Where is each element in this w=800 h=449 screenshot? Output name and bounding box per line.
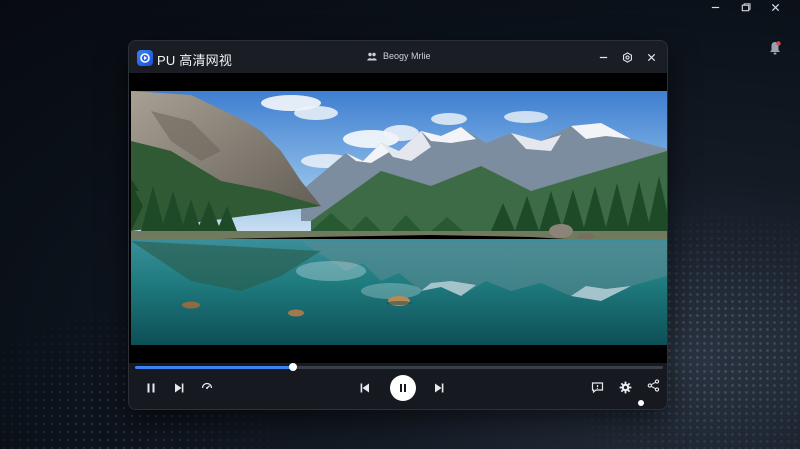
desktop-system-controls — [700, 0, 790, 14]
desktop-minimize-button[interactable] — [700, 0, 730, 14]
minimize-icon — [711, 6, 719, 8]
next-button[interactable] — [171, 380, 187, 396]
speed-button[interactable] — [199, 380, 215, 396]
next-track-button[interactable] — [431, 380, 447, 396]
desktop-restore-button[interactable] — [730, 0, 760, 14]
share-icon — [647, 378, 659, 392]
media-title: Beogy Mrlie — [367, 51, 431, 61]
previous-icon — [360, 383, 369, 393]
player-settings-button[interactable] — [617, 379, 633, 395]
restore-icon — [741, 2, 751, 11]
desktop-close-button[interactable] — [760, 0, 790, 14]
close-icon — [647, 53, 655, 61]
window-minimize-button[interactable] — [593, 47, 613, 67]
playback-controls — [129, 363, 667, 409]
window-close-button[interactable] — [641, 47, 661, 67]
settings-icon — [622, 51, 632, 63]
seek-bar[interactable] — [135, 363, 663, 371]
play-pause-icon — [400, 384, 406, 392]
mountain-lake-video-image — [131, 91, 667, 345]
seek-bar-thumb[interactable] — [289, 363, 298, 371]
pause-button[interactable] — [143, 380, 159, 396]
app-title: PU 高清网视 — [157, 53, 233, 68]
play-pause-button[interactable] — [390, 375, 416, 401]
video-frame[interactable] — [131, 91, 667, 345]
active-indicator-dot — [638, 400, 644, 406]
subtitle-icon — [591, 381, 603, 393]
previous-button[interactable] — [357, 380, 373, 396]
notification-bell-icon[interactable] — [768, 40, 782, 56]
next-icon — [175, 383, 184, 393]
pause-icon — [147, 383, 155, 393]
close-icon — [771, 3, 779, 11]
minimize-icon — [599, 56, 607, 58]
gear-icon — [619, 381, 631, 393]
title-bar[interactable]: PU 高清网视 Beogy Mrlie — [129, 41, 667, 73]
app-logo-icon — [137, 50, 153, 66]
speed-icon — [201, 382, 213, 389]
window-settings-button[interactable] — [617, 47, 637, 67]
next-icon — [435, 383, 444, 393]
video-area[interactable] — [129, 73, 667, 363]
users-icon — [367, 52, 377, 60]
media-title-text: Beogy Mrlie — [383, 51, 431, 61]
seek-bar-progress — [135, 366, 294, 369]
share-button[interactable] — [645, 377, 661, 393]
subtitle-button[interactable] — [589, 379, 605, 395]
window-controls — [593, 47, 661, 67]
player-window: PU 高清网视 Beogy Mrlie — [128, 40, 668, 410]
